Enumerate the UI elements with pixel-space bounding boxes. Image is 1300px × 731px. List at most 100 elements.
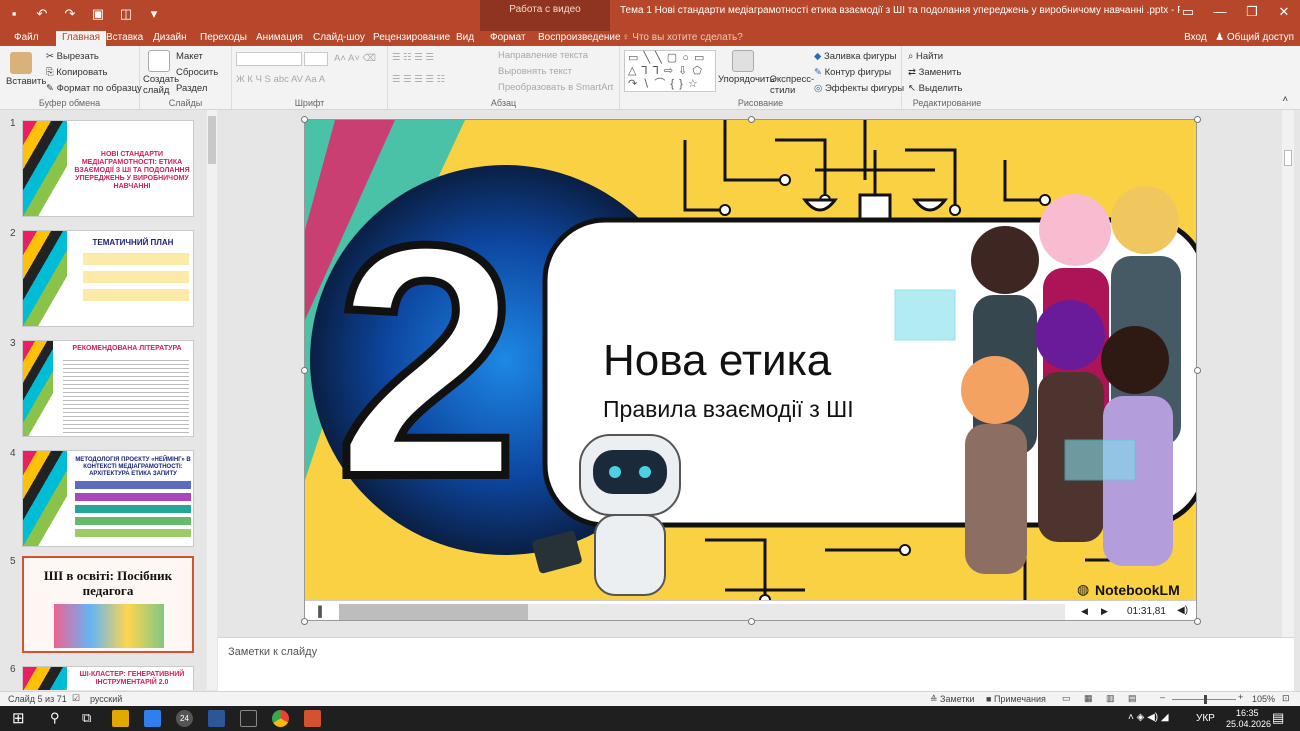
shape-fill-button[interactable]: ◆ Заливка фигуры [814,51,897,62]
resize-handle[interactable] [1194,618,1201,625]
present-icon[interactable]: ▣ [90,6,106,22]
shape-outline-button[interactable]: ✎ Контур фигуры [814,67,891,78]
tab-file[interactable]: Файл [14,31,39,46]
align-buttons[interactable]: ☰ ☰ ☰ ☰ ☷ [392,74,445,85]
zoom-level[interactable]: 105% [1252,694,1275,704]
font-format-buttons[interactable]: Ж К Ч S abc AV Aa A [236,74,325,85]
paste-button[interactable]: Вставить [6,76,46,87]
arrange-button[interactable]: Упорядочить [718,74,775,85]
new-slide-button[interactable]: Создать слайд [143,74,179,96]
redo-icon[interactable]: ↷ [62,6,78,22]
powerpoint-icon[interactable] [304,710,321,727]
search-icon[interactable]: ⚲ [50,710,60,726]
sorter-view-icon[interactable]: ▦ [1084,693,1093,704]
zoom-in-icon[interactable]: + [1238,692,1243,702]
ribbon-options-icon[interactable]: ▭ [1172,0,1204,24]
scroll-thumb[interactable] [208,116,216,164]
shape-effects-button[interactable]: ◎ Эффекты фигуры [814,83,904,94]
customize-icon[interactable]: ▾ [146,6,162,22]
cut-button[interactable]: ✂ Вырезать [46,51,99,62]
convert-smartart-button[interactable]: Преобразовать в SmartArt [498,82,613,93]
slide-thumbnail-selected[interactable]: ШІ в освіті: Посібник педагога [22,556,194,653]
notes-pane[interactable]: Заметки к слайду [218,637,1294,691]
resize-handle[interactable] [1194,116,1201,123]
notifications-icon[interactable]: ▤ [1272,710,1284,726]
resize-handle[interactable] [301,116,308,123]
quick-styles-button[interactable]: Экспресс-стили [770,74,814,96]
word-icon[interactable] [208,710,225,727]
find-button[interactable]: ⌕ Найти [908,51,943,62]
slide-thumbnail[interactable]: МЕТОДОЛОГІЯ ПРОЄКТУ «НЕЙМІНГ» В КОНТЕКСТ… [22,450,194,547]
format-painter-button[interactable]: ✎ Формат по образцу [46,83,142,94]
tab-format[interactable]: Формат [490,31,526,46]
close-button[interactable]: ✕ [1268,0,1300,24]
resize-handle[interactable] [748,116,755,123]
font-size-combo[interactable] [304,52,328,66]
text-direction-button[interactable]: Направление текста [498,50,588,61]
rewind-icon[interactable]: ◀ [1081,606,1088,617]
tab-animations[interactable]: Анимация [256,31,303,46]
layout-button[interactable]: Макет [176,51,203,62]
slide-thumbnail[interactable]: РЕКОМЕНДОВАНА ЛІТЕРАТУРА [22,340,194,437]
restore-button[interactable]: ❐ [1236,0,1268,24]
save-icon[interactable]: ▪ [6,6,22,22]
windows-start-icon[interactable]: ⊞ [12,709,25,727]
task-view-icon[interactable]: ⧉ [82,710,91,726]
notes-toggle[interactable]: ≙ Заметки [930,694,974,705]
slide-canvas[interactable]: 2 Нова етика Правила взаємодії з ШІ ◍ No… [304,119,1197,621]
font-size-icons[interactable]: A˄ A˅ ⌫ [334,53,376,64]
clock-time[interactable]: 16:35 [1236,708,1259,718]
normal-view-icon[interactable]: ▭ [1062,693,1071,704]
tab-view[interactable]: Вид [456,31,474,46]
copy-button[interactable]: ⎘ Копировать [46,67,107,78]
align-text-button[interactable]: Выровнять текст [498,66,572,77]
app-j-icon[interactable] [240,710,257,727]
minimize-button[interactable]: — [1204,0,1236,24]
clock-date[interactable]: 25.04.2026 [1226,719,1271,729]
shapes-gallery[interactable]: ▭ ╲ ╲ ▢ ○ ▭ △ ⅂ ⅂ ⇨ ⇩ ⬠ ↷ ∖ ⌒ { } ☆ [624,50,716,92]
tab-review[interactable]: Рецензирование [373,31,450,46]
font-name-combo[interactable] [236,52,302,66]
replace-button[interactable]: ⇄ Заменить [908,67,961,78]
zoom-slider-thumb[interactable] [1204,695,1207,704]
resize-handle[interactable] [301,618,308,625]
slideshow-view-icon[interactable]: ▤ [1128,693,1137,704]
select-button[interactable]: ↖ Выделить [908,83,962,94]
badge-24-icon[interactable]: 24 [176,710,193,727]
tab-insert[interactable]: Вставка [106,31,143,46]
resize-handle[interactable] [301,367,308,374]
sign-in-link[interactable]: Вход [1184,32,1207,43]
resize-handle[interactable] [748,618,755,625]
slide-thumbnail[interactable]: ТЕМАТИЧНИЙ ПЛАН [22,230,194,327]
keyboard-language[interactable]: УКР [1196,713,1215,724]
list-buttons[interactable]: ☰ ☷ ☰ ☰ [392,52,434,63]
scroll-thumb[interactable] [1284,150,1292,166]
video-progress-track[interactable] [339,604,1065,620]
undo-icon[interactable]: ↶ [34,6,50,22]
section-button[interactable]: Раздел [176,83,207,94]
zoom-slider[interactable] [1172,695,1236,704]
pause-icon[interactable]: ∥ [317,604,323,618]
explorer-icon[interactable] [112,710,129,727]
volume-icon[interactable]: ◀) [1177,605,1188,616]
comments-toggle[interactable]: ■ Примечания [986,694,1046,704]
tab-home[interactable]: Главная [56,31,107,46]
tab-playback[interactable]: Воспроизведение [538,31,621,46]
reading-view-icon[interactable]: ▥ [1106,693,1115,704]
mail-icon[interactable] [144,710,161,727]
fit-slide-icon[interactable]: ⊡ [1282,693,1290,704]
forward-icon[interactable]: ▶ [1101,606,1108,617]
resize-handle[interactable] [1194,367,1201,374]
editor-scrollbar[interactable] [1282,110,1294,637]
touch-icon[interactable]: ◫ [118,6,134,22]
tray-icons[interactable]: ˄ ◈ ◀) ◢ [1128,712,1169,723]
tab-transitions[interactable]: Переходы [200,31,247,46]
slide-thumbnail[interactable]: ШІ-КЛАСТЕР: ГЕНЕРАТИВНИЙ ІНСТРУМЕНТАРІЙ … [22,666,194,690]
chrome-icon[interactable] [272,710,289,727]
slide-thumbnail[interactable]: НОВІ СТАНДАРТИ МЕДІАГРАМОТНОСТІ: ЕТИКА В… [22,120,194,217]
thumbnails-scrollbar[interactable] [207,110,217,690]
reset-button[interactable]: Сбросить [176,67,218,78]
spellcheck-icon[interactable]: ☑ [72,693,80,704]
tab-slideshow[interactable]: Слайд-шоу [313,31,365,46]
tab-design[interactable]: Дизайн [153,31,187,46]
